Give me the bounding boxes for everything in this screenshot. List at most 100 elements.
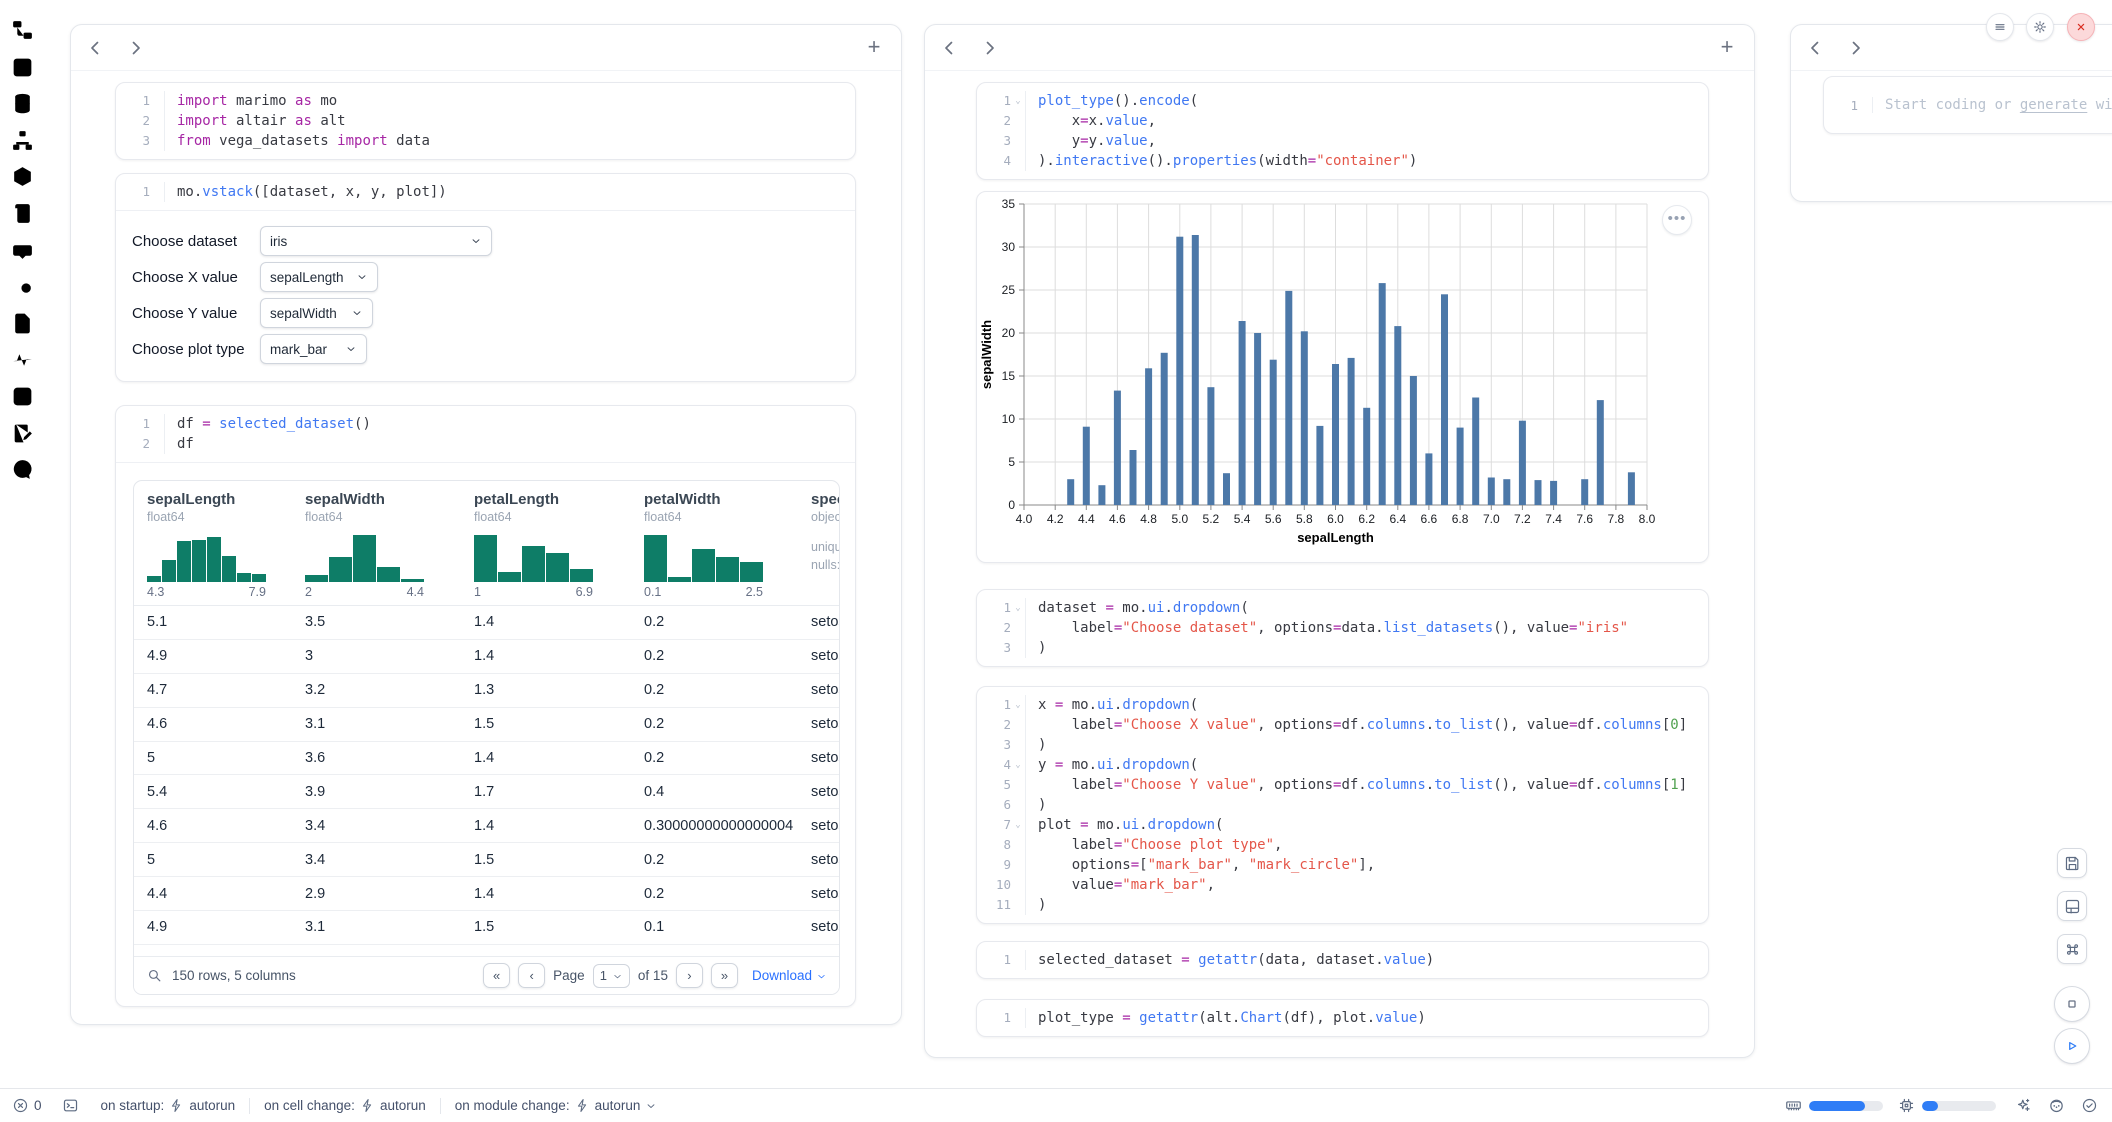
code-editor[interactable]: 1df = selected_dataset()2df (116, 406, 855, 463)
svg-text:7.6: 7.6 (1576, 512, 1593, 526)
autorun-label: on module change: (455, 1098, 570, 1113)
next-page-button[interactable]: › (676, 963, 703, 988)
cell-xy-plot-dropdowns[interactable]: 1⌄x = mo.ui.dropdown(2 label="Choose X v… (976, 686, 1709, 924)
code-line: 1plot_type = getattr(alt.Chart(df), plot… (977, 1008, 1708, 1028)
terminal-icon[interactable] (62, 1097, 79, 1114)
ai-chat-icon[interactable] (10, 238, 35, 263)
autorun-setting[interactable]: on startup:autorun (101, 1098, 236, 1113)
code-editor[interactable]: 1mo.vstack([dataset, x, y, plot]) (116, 174, 855, 211)
assistant-icon[interactable] (2048, 1097, 2065, 1114)
code-editor[interactable]: 1selected_dataset = getattr(data, datase… (977, 942, 1708, 978)
dropdown-choose-plot-type[interactable]: mark_bar (260, 334, 367, 364)
column-next-button[interactable] (124, 36, 148, 60)
close-button[interactable] (2067, 13, 2095, 41)
snippets-icon[interactable] (10, 201, 35, 226)
table-row[interactable]: 4.63.41.40.30000000000000004setosa (134, 809, 839, 843)
dependency-graph-icon[interactable] (10, 128, 35, 153)
dropdown-choose-y-value[interactable]: sepalWidth (260, 298, 373, 328)
last-page-button[interactable]: » (711, 963, 738, 988)
table-row[interactable]: 5.13.51.40.2setosa (134, 606, 839, 640)
logs-icon[interactable] (10, 274, 35, 299)
svg-text:15: 15 (1002, 369, 1016, 383)
dropdown-choose-x-value[interactable]: sepalLength (260, 262, 378, 292)
chevron-down-icon (645, 1100, 657, 1112)
cell-plot-type[interactable]: 1plot_type = getattr(alt.Chart(df), plot… (976, 999, 1709, 1037)
download-button[interactable]: Download (752, 968, 827, 983)
menu-button[interactable] (1986, 13, 2014, 41)
keyboard-shortcuts-button[interactable] (2057, 934, 2087, 964)
autorun-setting[interactable]: on cell change:autorun (264, 1098, 426, 1113)
chart-menu-button[interactable]: ••• (1662, 205, 1692, 235)
column-prev-button[interactable] (1803, 36, 1827, 60)
table-row[interactable]: 4.63.11.50.2setosa (134, 708, 839, 742)
code-placeholder[interactable]: Start coding or generate with (1872, 97, 2112, 113)
first-page-button[interactable]: « (483, 963, 510, 988)
add-cell-button[interactable]: + (861, 34, 887, 60)
table-row[interactable]: 5.43.91.70.4setosa (134, 775, 839, 809)
save-button[interactable] (2057, 848, 2087, 878)
connection-status-icon[interactable] (2081, 1097, 2098, 1114)
table-row[interactable]: 4.73.21.30.2setosa (134, 674, 839, 708)
column-header[interactable]: petalLengthfloat6416.9 (474, 491, 644, 599)
sparkles-icon[interactable] (2015, 1097, 2032, 1114)
column-header[interactable]: speciesobjectuniquenulls: (811, 491, 840, 599)
cell-dataset-dropdown[interactable]: 1⌄dataset = mo.ui.dropdown(2 label="Choo… (976, 589, 1709, 667)
tracing-icon[interactable] (10, 347, 35, 372)
prev-page-button[interactable]: ‹ (518, 963, 545, 988)
search-icon[interactable] (146, 967, 163, 984)
cell-empty[interactable]: 1 Start coding or generate with (1823, 76, 2112, 134)
code-line: 5 label="Choose Y value", options=df.col… (977, 775, 1708, 795)
table-row[interactable]: 53.41.50.2setosa (134, 843, 839, 877)
dropdown-label: Choose X value (132, 269, 260, 286)
code-editor[interactable]: 1⌄x = mo.ui.dropdown(2 label="Choose X v… (977, 687, 1708, 923)
error-count: 0 (34, 1098, 42, 1113)
code-line: 1⌄dataset = mo.ui.dropdown( (977, 598, 1708, 618)
help-icon[interactable] (10, 457, 35, 482)
table-row[interactable]: 4.42.91.40.2setosa (134, 877, 839, 911)
column-next-button[interactable] (978, 36, 1002, 60)
column-histogram (644, 533, 763, 582)
column-header[interactable]: petalWidthfloat640.12.5 (644, 491, 811, 599)
cell-selected-dataset[interactable]: 1selected_dataset = getattr(data, datase… (976, 941, 1709, 979)
column-histogram (147, 533, 266, 582)
column-header[interactable]: sepalLengthfloat644.37.9 (147, 491, 305, 599)
packages-icon[interactable] (10, 164, 35, 189)
table-row[interactable]: 53.61.40.2setosa (134, 742, 839, 776)
error-indicator[interactable]: 0 (12, 1097, 42, 1114)
page-select[interactable]: 1 (593, 964, 630, 988)
scratchpad-icon[interactable] (10, 421, 35, 446)
svg-text:5.0: 5.0 (1171, 512, 1188, 526)
table-row[interactable]: 4.93.11.50.1setosa (134, 911, 839, 945)
generate-link[interactable]: generate (2020, 97, 2087, 113)
file-explorer-icon[interactable] (10, 18, 35, 43)
code-editor[interactable]: 1⌄dataset = mo.ui.dropdown(2 label="Choo… (977, 590, 1708, 666)
code-editor[interactable]: 1⌄plot_type().encode(2 x=x.value,3 y=y.v… (977, 83, 1708, 179)
cell-imports[interactable]: 1import marimo as mo2import altair as al… (115, 82, 856, 160)
column-prev-button[interactable] (937, 36, 961, 60)
panel-layout-button[interactable] (2057, 891, 2087, 921)
settings-button[interactable] (2026, 13, 2054, 41)
code-editor[interactable]: 1plot_type = getattr(alt.Chart(df), plot… (977, 1000, 1708, 1036)
column-histogram (305, 533, 424, 582)
column-header[interactable]: sepalWidthfloat6424.4 (305, 491, 474, 599)
data-sources-icon[interactable] (10, 91, 35, 116)
add-cell-button[interactable]: + (1714, 34, 1740, 60)
outputs-icon[interactable] (10, 384, 35, 409)
cell-plot-chain[interactable]: 1⌄plot_type().encode(2 x=x.value,3 y=y.v… (976, 82, 1709, 180)
interrupt-button[interactable] (2054, 986, 2090, 1022)
svg-text:10: 10 (1002, 412, 1016, 426)
code-editor[interactable]: 1import marimo as mo2import altair as al… (116, 83, 855, 159)
documentation-icon[interactable] (10, 311, 35, 336)
table-row[interactable]: 4.931.40.2setosa (134, 640, 839, 674)
autorun-setting[interactable]: on module change: autorun (455, 1098, 658, 1113)
cell-vstack[interactable]: 1mo.vstack([dataset, x, y, plot]) Choose… (115, 173, 856, 382)
dropdown-choose-dataset[interactable]: iris (260, 226, 492, 256)
column-prev-button[interactable] (83, 36, 107, 60)
cell-dataframe[interactable]: 1df = selected_dataset()2df sepalLengthf… (115, 405, 856, 1007)
code-line: 4⌄y = mo.ui.dropdown( (977, 755, 1708, 775)
run-all-button[interactable] (2054, 1028, 2090, 1064)
column-next-button[interactable] (1844, 36, 1868, 60)
code-line: 4).interactive().properties(width="conta… (977, 151, 1708, 171)
variables-icon[interactable] (10, 55, 35, 80)
autorun-value: autorun (595, 1098, 641, 1113)
